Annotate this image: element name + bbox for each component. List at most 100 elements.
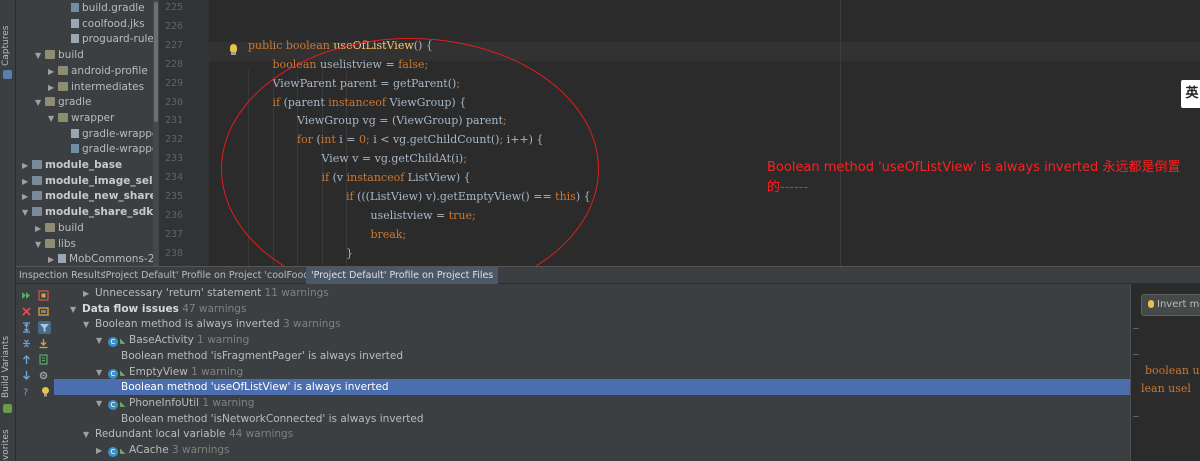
right-margin-line — [840, 0, 841, 266]
class-node[interactable]: ▼ C ◣ BaseActivity 1 warning — [54, 332, 1130, 348]
tree-node-label: wrapper — [71, 111, 115, 124]
expanded-arrow-icon[interactable]: ▼ — [35, 237, 45, 253]
line-number: 235 — [164, 191, 183, 202]
class-node[interactable]: ▶ C ◣ ACache 3 warnings — [54, 442, 1130, 458]
expanded-arrow-icon[interactable]: ▼ — [48, 111, 58, 127]
gradle-file-icon — [71, 144, 79, 154]
tree-node[interactable]: ▼ module_share_sdk — [22, 204, 153, 220]
edit-settings-icon[interactable] — [38, 354, 49, 365]
settings-icon[interactable] — [38, 370, 49, 381]
collapsed-arrow-icon[interactable]: ▶ — [48, 64, 58, 80]
tree-node[interactable]: ▼ build — [35, 47, 84, 63]
tree-node[interactable]: ▶ module_base — [22, 157, 122, 173]
collapsed-arrow-icon[interactable]: ▶ — [22, 189, 32, 205]
expanded-arrow-icon[interactable]: ▼ — [83, 427, 95, 443]
line-number: 237 — [164, 228, 183, 240]
line-number: 227 — [164, 39, 183, 51]
line-number: 228 — [164, 58, 183, 70]
folder-icon — [45, 97, 55, 107]
ime-language-badge[interactable]: 英 — [1181, 80, 1200, 108]
expanded-arrow-icon[interactable]: ▼ — [35, 95, 45, 111]
expanded-arrow-icon[interactable]: ▼ — [83, 317, 95, 333]
svg-text:?: ? — [23, 388, 28, 398]
problem-item[interactable]: Boolean method 'useOfListView' is always… — [54, 379, 1130, 396]
inspection-group[interactable]: ▶ Unnecessary 'return' statement 11 warni… — [54, 285, 1130, 301]
scroll-thumb[interactable] — [154, 2, 158, 122]
tree-node-label: module_image_selector — [45, 174, 159, 187]
annotation-text: Boolean method 'useOfListView' is always… — [767, 160, 1181, 195]
export-icon[interactable] — [38, 338, 49, 349]
code-line: View v = vg.getChildAt(i); — [321, 152, 467, 166]
tree-node[interactable]: ▶ build — [35, 220, 84, 236]
inspection-tab-bar: Inspection Results: 'Project Default' Pr… — [16, 266, 1200, 284]
expanded-arrow-icon[interactable]: ▼ — [96, 365, 108, 381]
inspection-group[interactable]: ▼ Boolean method is always inverted 3 war… — [54, 316, 1130, 332]
tree-node[interactable]: ▶ module_new_share_sdk — [22, 188, 159, 204]
collapse-all-icon[interactable] — [21, 338, 32, 349]
tree-node[interactable]: gradle-wrapper.properties — [61, 141, 159, 157]
code-editor[interactable]: public boolean useOfListView() {boolean … — [209, 0, 1200, 266]
code-line: public boolean useOfListView() { — [248, 38, 433, 52]
expanded-arrow-icon[interactable]: ▼ — [96, 396, 108, 412]
visibility-icon: ◣ — [120, 337, 126, 346]
tree-node-label: MobCommons-2 — [69, 253, 155, 266]
class-node[interactable]: ▼ C ◣ PhoneInfoUtil 1 warning — [54, 395, 1130, 411]
next-problem-icon[interactable] — [21, 370, 32, 381]
invert-method-button[interactable]: Invert method — [1141, 294, 1200, 316]
tree-node[interactable]: ▼ libs — [35, 236, 76, 252]
inspection-group[interactable]: ▼ Redundant local variable 44 warnings — [54, 426, 1130, 442]
tab-project-files-profile[interactable]: 'Project Default' Profile on Project Fil… — [306, 267, 499, 284]
expanded-arrow-icon[interactable]: ▼ — [70, 302, 82, 318]
expanded-arrow-icon[interactable]: ▼ — [22, 205, 32, 221]
collapsed-arrow-icon[interactable]: ▶ — [48, 80, 58, 96]
tree-node[interactable]: coolfood.jks — [61, 16, 145, 32]
lightbulb-icon[interactable] — [229, 44, 238, 56]
problem-item[interactable]: Boolean method 'isNetworkConnected' is a… — [54, 411, 1130, 427]
folder-icon — [58, 112, 68, 122]
code-line: if (((ListView) v).getEmptyView() == thi… — [346, 190, 591, 203]
tree-node[interactable]: gradle-wrapper.jar — [61, 126, 159, 142]
line-number: 234 — [164, 172, 183, 184]
class-node[interactable]: ▼ C ◣ EmptyView 1 warning — [54, 364, 1130, 380]
code-line: break; — [370, 227, 407, 241]
tree-node[interactable]: build.gradle — [61, 0, 145, 16]
collapsed-arrow-icon[interactable]: ▶ — [83, 286, 95, 302]
tree-node[interactable]: ▶ module_image_selector — [22, 173, 159, 189]
tree-node[interactable]: ▶ intermediates — [48, 79, 144, 95]
previous-problem-icon[interactable] — [21, 354, 32, 365]
tab-project-profile[interactable]: 'Project Default' Profile on Project 'co… — [98, 267, 341, 284]
collapsed-arrow-icon[interactable]: ▶ — [22, 158, 32, 174]
tree-node[interactable]: proguard-rules.pro — [61, 31, 159, 47]
group-by-severity-icon[interactable] — [38, 290, 49, 301]
project-tree: build.gradle coolfood.jks proguard-rules.p… — [16, 0, 159, 266]
collapsed-arrow-icon[interactable]: ▶ — [35, 221, 45, 237]
problem-item[interactable]: Boolean method 'isFragmentPager' is alwa… — [54, 348, 1130, 364]
visibility-icon: ◣ — [120, 368, 126, 377]
gradle-file-icon — [71, 3, 79, 12]
expanded-arrow-icon[interactable]: ▼ — [35, 48, 45, 64]
expand-all-icon[interactable] — [21, 322, 32, 333]
quick-fix-lightbulb-icon[interactable] — [40, 386, 51, 397]
inspection-group[interactable]: ▼ Data flow issues 47 warnings — [54, 301, 1130, 317]
tree-node-label: gradle — [58, 96, 92, 109]
help-icon[interactable]: ? — [21, 386, 32, 399]
tree-node[interactable]: ▶ MobCommons-2 — [48, 251, 154, 266]
collapsed-arrow-icon[interactable]: ▶ — [96, 443, 108, 459]
tree-node[interactable]: ▼ wrapper — [48, 110, 114, 126]
collapsed-arrow-icon[interactable]: ▶ — [22, 174, 32, 190]
rerun-icon[interactable] — [21, 290, 32, 301]
tree-node-label: build — [58, 221, 84, 234]
collapsed-arrow-icon[interactable]: ▶ — [48, 252, 58, 266]
module-icon — [32, 207, 42, 217]
expanded-arrow-icon[interactable]: ▼ — [96, 333, 108, 349]
group-by-directory-icon[interactable] — [38, 306, 49, 317]
filter-icon[interactable] — [38, 321, 51, 334]
result-text: BaseActivity — [129, 334, 194, 347]
tree-node[interactable]: ▼ gradle — [35, 94, 91, 110]
line-number: 225 — [164, 2, 183, 13]
warning-count: 1 warning — [187, 365, 244, 378]
close-icon[interactable] — [21, 306, 32, 317]
module-icon — [32, 191, 42, 201]
tree-node[interactable]: ▶ android-profile — [48, 63, 148, 79]
tree-node-label: gradle-wrapper.properties — [82, 143, 159, 156]
